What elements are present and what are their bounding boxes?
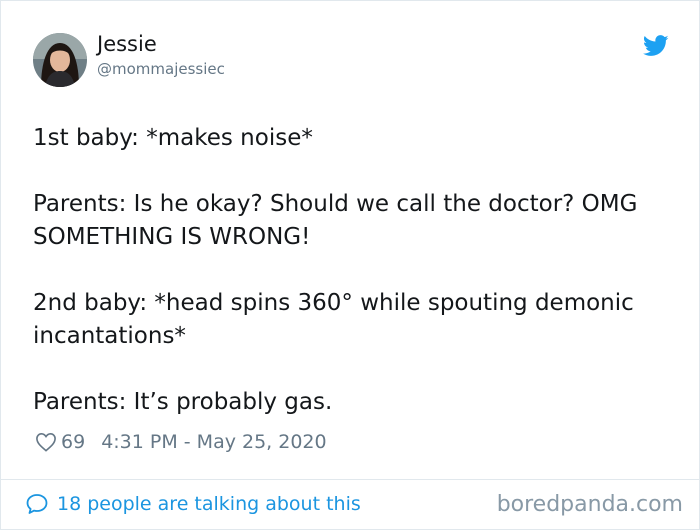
speech-bubble-icon — [26, 494, 48, 514]
tweet-text-line: 2nd baby: *head spins 360° while spoutin… — [33, 290, 634, 316]
tweet-text-line: Parents: It’s probably gas. — [33, 389, 333, 415]
like-count[interactable]: 69 — [61, 431, 85, 453]
display-name[interactable]: Jessie — [97, 32, 157, 56]
twitter-bird-icon[interactable] — [643, 35, 669, 57]
watermark: boredpanda.com — [496, 492, 683, 517]
conversation-link[interactable]: 18 people are talking about this — [25, 492, 361, 516]
tweet-meta: 69 4:31 PM - May 25, 2020 — [35, 429, 327, 455]
heart-icon[interactable] — [35, 432, 57, 452]
tweet-text-line: Parents: Is he okay? Should we call the … — [33, 191, 638, 217]
timestamp[interactable]: 4:31 PM - May 25, 2020 — [101, 431, 326, 453]
user-handle[interactable]: @mommajessiec — [97, 60, 225, 78]
tweet-text-line: SOMETHING IS WRONG! — [33, 224, 311, 250]
conversation-link-label[interactable]: 18 people are talking about this — [57, 493, 361, 515]
divider — [1, 479, 699, 480]
avatar[interactable] — [33, 33, 87, 87]
tweet-text-line: 1st baby: *makes noise* — [33, 125, 313, 151]
tweet-text-line: incantations* — [33, 323, 186, 349]
tweet-card: Jessie @mommajessiec 1st baby: *makes no… — [0, 0, 700, 530]
